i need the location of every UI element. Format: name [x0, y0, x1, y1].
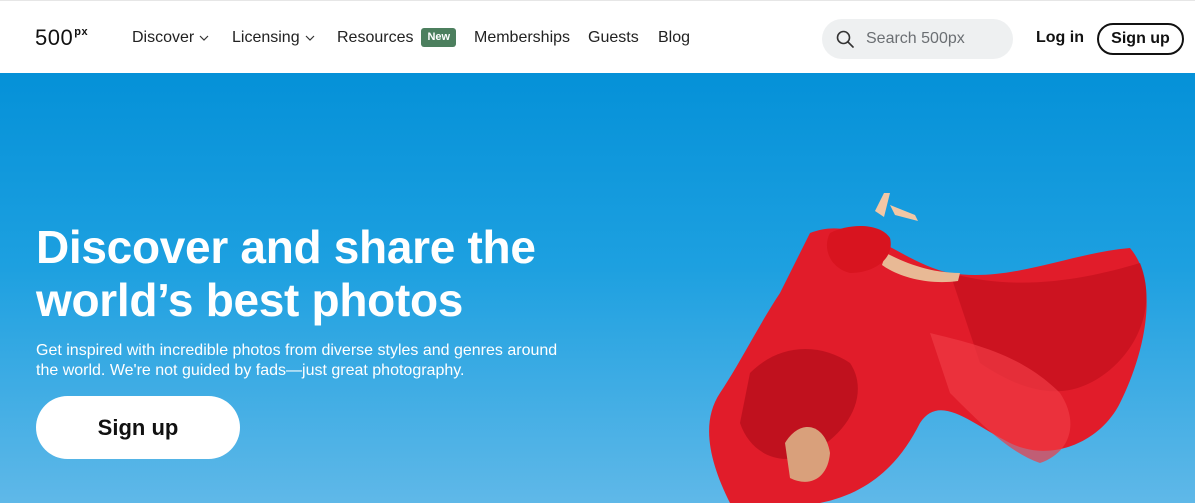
hero-heading: Discover and share the world’s best phot… — [36, 221, 596, 327]
login-link[interactable]: Log in — [1036, 29, 1084, 47]
new-badge: New — [421, 28, 457, 47]
nav-guests-label: Guests — [588, 28, 639, 46]
hero-heading-line-2: world’s best photos — [36, 274, 464, 326]
nav-discover-label: Discover — [132, 28, 195, 46]
nav-blog-label: Blog — [658, 28, 691, 46]
logo-text: 500 — [35, 25, 74, 50]
nav-resources-label: Resources — [337, 28, 414, 46]
hero-signup-button[interactable]: Sign up — [36, 396, 240, 459]
chevron-down-icon — [305, 35, 315, 41]
nav-memberships-label: Memberships — [474, 28, 571, 46]
hero-subtitle: Get inspired with incredible photos from… — [36, 342, 558, 379]
nav-licensing[interactable]: Licensing — [232, 1, 315, 74]
nav-memberships[interactable]: Memberships — [474, 1, 570, 74]
hero-heading-line-1: Discover and share the — [36, 221, 536, 273]
dancer-photo — [709, 193, 1147, 503]
nav-licensing-label: Licensing — [232, 28, 300, 46]
500px-logo[interactable]: 500 px — [35, 25, 88, 53]
nav-guests[interactable]: Guests — [588, 1, 639, 74]
top-navigation-bar: 500 px Discover Licensing Resources New … — [0, 0, 1195, 73]
logo-superscript: px — [74, 26, 89, 38]
search-icon — [836, 30, 854, 48]
chevron-down-icon — [199, 35, 209, 41]
search-input[interactable] — [866, 30, 1006, 48]
nav-blog[interactable]: Blog — [658, 1, 690, 74]
signup-button-header[interactable]: Sign up — [1097, 23, 1184, 55]
nav-resources[interactable]: Resources New — [337, 1, 457, 74]
hero-banner: Discover and share the world’s best phot… — [0, 73, 1195, 503]
nav-discover[interactable]: Discover — [132, 1, 209, 74]
search-box[interactable] — [822, 19, 1013, 59]
